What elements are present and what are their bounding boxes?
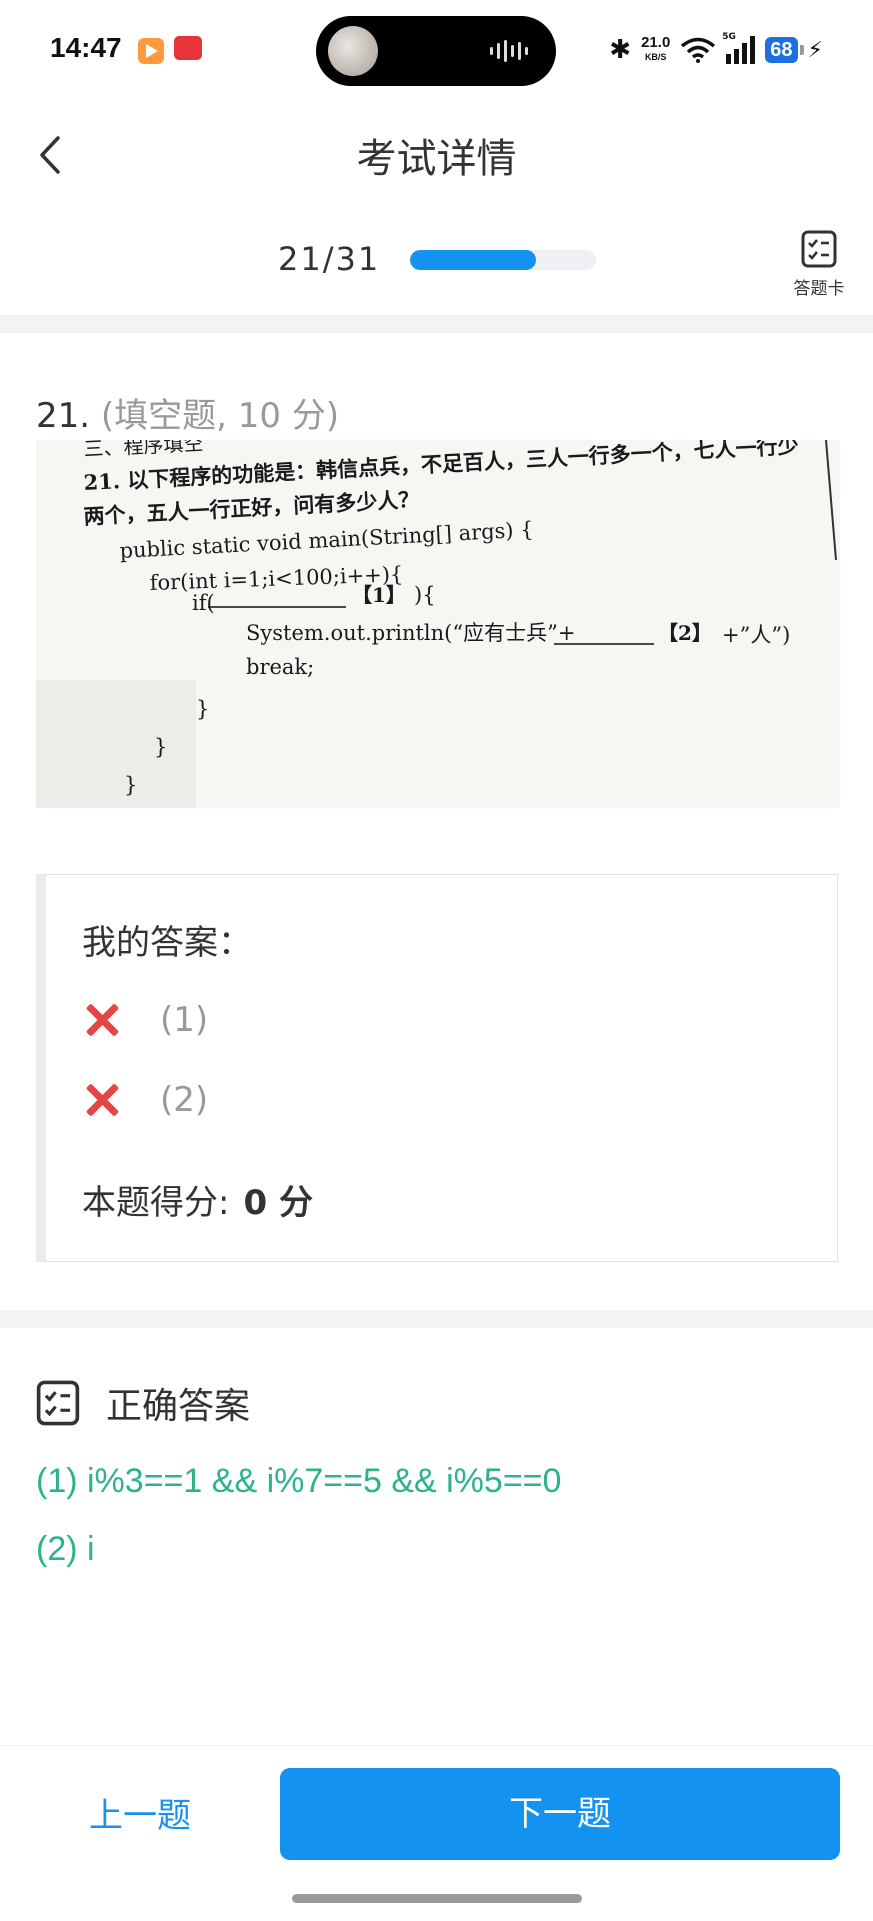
progress-row: 21/31 答题卡 [0, 210, 873, 315]
question-image-blank2: 【2】 [658, 621, 712, 645]
question-image-line7: System.out.println(“应有士兵”+ [246, 621, 575, 645]
question-image-line6-end: ){ [414, 583, 436, 607]
answer-card-label: 答题卡 [793, 279, 845, 299]
checklist-icon [801, 230, 837, 268]
progress-bar [410, 250, 596, 270]
correct-answer-title: 正确答案 [106, 1386, 251, 1427]
my-answer-label: (2) [160, 1080, 209, 1120]
question-image-line6: if( [192, 591, 215, 615]
question-image-line7-end: +”人”) [722, 623, 790, 647]
my-answer-box: 我的答案： (1) (2) 本题得分: 0 分 [36, 874, 838, 1262]
question-image-brace3: } [124, 773, 137, 797]
prev-question-button[interactable]: 上一题 [60, 1770, 220, 1862]
my-answer-label: (1) [160, 1000, 209, 1040]
score-row: 本题得分: 0 分 [82, 1175, 313, 1224]
dynamic-island[interactable] [316, 16, 556, 86]
question-image-brace2: } [154, 735, 167, 759]
score-label: 本题得分: [82, 1183, 230, 1223]
page-title: 考试详情 [356, 136, 517, 182]
bluetooth-icon: ✱ [609, 35, 632, 65]
status-time: 14:47 [50, 32, 122, 63]
charging-icon: ⚡ [807, 37, 823, 63]
footer: 上一题 下一题 [0, 1745, 873, 1921]
my-answer-item: (1) [82, 995, 208, 1045]
status-bar: 14:47 ✱ 21.0 KB/S 5G 68 ⚡ [0, 0, 873, 100]
question-number: 21. [36, 396, 91, 436]
question-header: 21. (填空题, 10 分) [36, 388, 339, 437]
header: 考试详情 [0, 100, 873, 210]
status-icons: ✱ 21.0 KB/S 5G 68 ⚡ [609, 30, 823, 70]
audio-wave-icon [490, 40, 534, 62]
question-type: (填空题, 10 分) [100, 396, 340, 436]
answer-card-button[interactable]: 答题卡 [788, 230, 850, 308]
next-question-button[interactable]: 下一题 [280, 1768, 840, 1860]
section-divider [0, 315, 873, 333]
network-speed: 21.0 KB/S [641, 34, 671, 62]
correct-answer-line: (1) i%3==1 && i%7==5 && i%5==0 [36, 1462, 562, 1500]
media-avatar [328, 26, 378, 76]
signal-icon: 5G [722, 32, 756, 64]
score-value: 0 分 [243, 1183, 313, 1223]
my-answer-title: 我的答案： [82, 923, 252, 963]
question-image[interactable]: 三、程序填空 21. 以下程序的功能是：韩信点兵，不足百人，三人一行多一个，七人… [36, 440, 840, 808]
my-answer-item: (2) [82, 1075, 208, 1125]
cross-icon [82, 1080, 122, 1120]
question-image-blank1: 【1】 [352, 583, 406, 607]
wifi-icon [681, 37, 716, 63]
cross-icon [82, 1000, 122, 1040]
correct-answer-line: (2) i [36, 1530, 95, 1568]
progress-text: 21/31 [278, 240, 381, 278]
question-image-line8: break; [246, 655, 314, 679]
checklist-icon [36, 1380, 80, 1426]
question-image-brace1: } [196, 697, 209, 721]
progress-bar-fill [410, 250, 536, 270]
home-indicator[interactable] [292, 1894, 582, 1903]
news-app-icon [174, 36, 202, 60]
correct-answer-header: 正确答案 [36, 1378, 250, 1428]
video-app-icon [138, 38, 164, 64]
battery-icon: 68 [765, 37, 804, 63]
section-divider [0, 1310, 873, 1328]
